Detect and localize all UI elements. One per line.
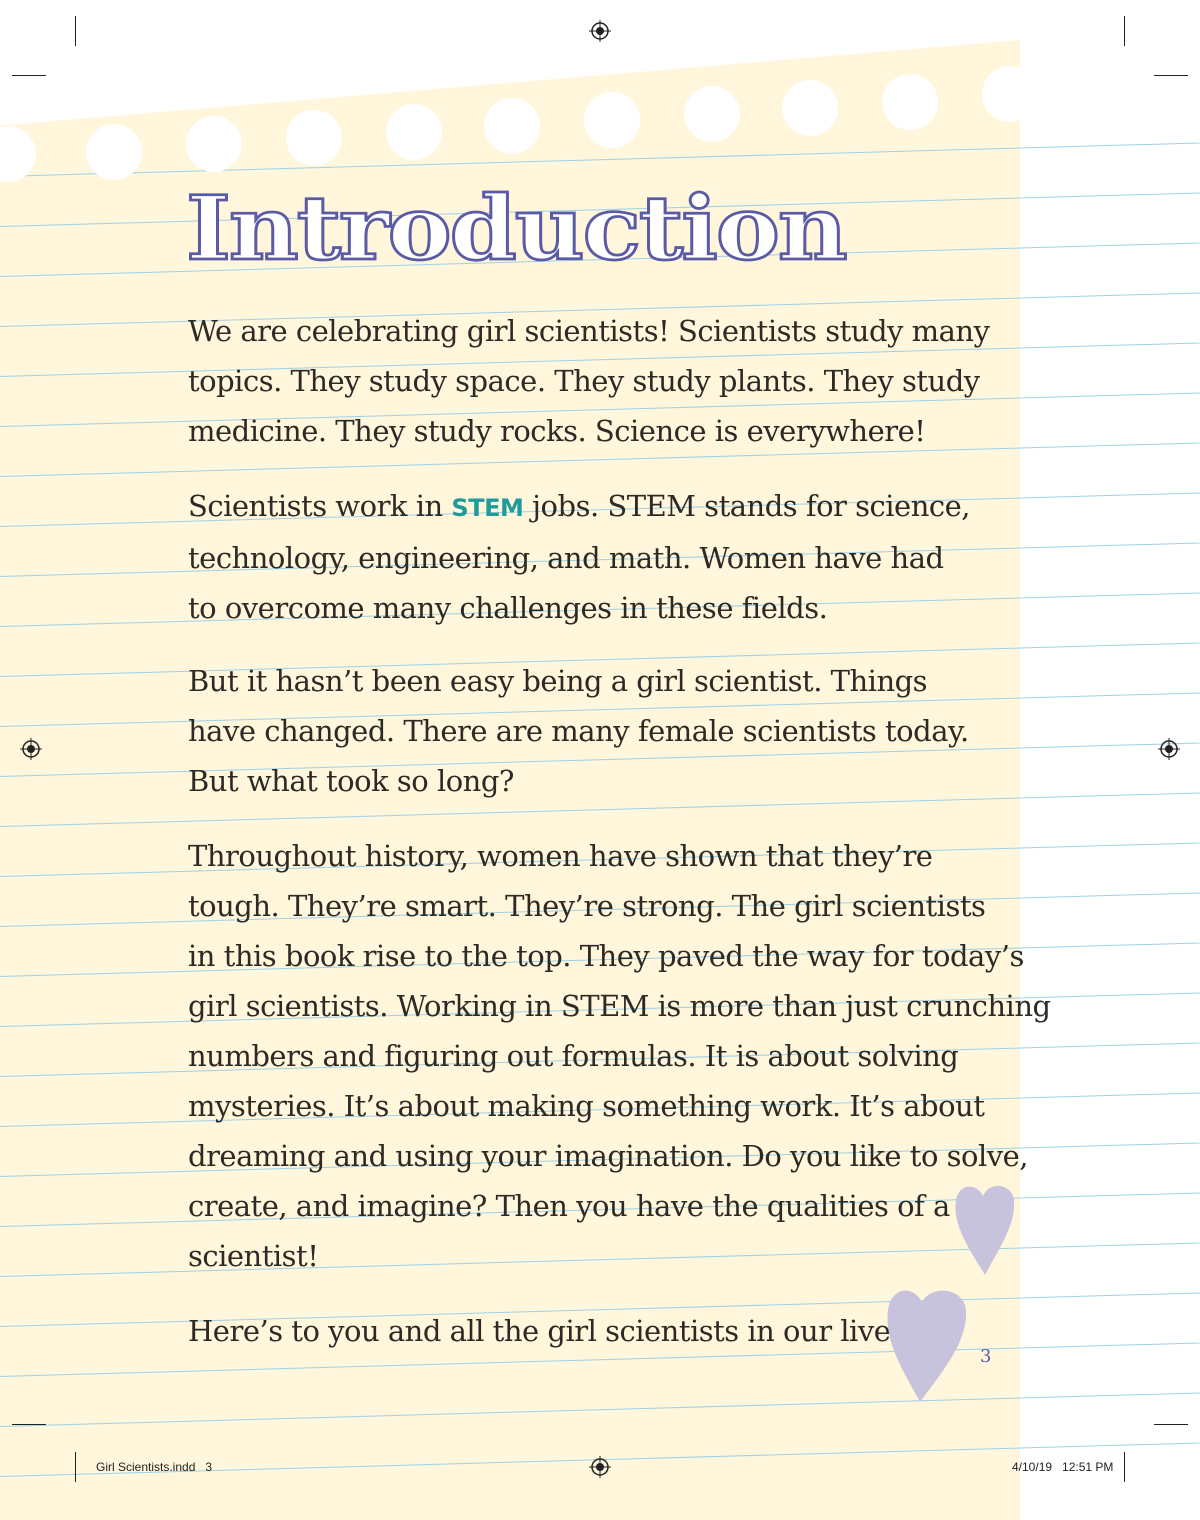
heart-icon: [887, 1290, 967, 1402]
paper-hole: [484, 98, 540, 154]
crop-mark: [12, 1424, 46, 1425]
paragraph-2: Scientists work in STEM jobs. STEM stand…: [188, 481, 970, 633]
paper-hole: [982, 66, 1038, 122]
text-line: Throughout history, women have shown tha…: [188, 839, 933, 873]
heart-icon: [955, 1185, 1015, 1275]
crop-mark: [75, 16, 76, 46]
crop-mark: [1154, 75, 1188, 76]
crop-mark: [1124, 16, 1125, 46]
registration-mark-icon: [20, 738, 42, 760]
text-line: create, and imagine? Then you have the q…: [188, 1189, 950, 1223]
crop-mark: [75, 1452, 76, 1482]
text-line: mysteries. It’s about making something w…: [188, 1089, 985, 1123]
text-line: technology, engineering, and math. Women…: [188, 541, 944, 575]
text-line: in this book rise to the top. They paved…: [188, 939, 1024, 973]
text-line: medicine. They study rocks. Science is e…: [188, 414, 926, 448]
paper-hole: [684, 86, 740, 142]
page-number: 3: [980, 1346, 992, 1367]
crop-mark: [1154, 1424, 1188, 1425]
paper-hole: [86, 124, 142, 180]
registration-mark-icon: [589, 20, 611, 42]
crop-mark: [12, 75, 46, 76]
text-line: numbers and figuring out formulas. It is…: [188, 1039, 959, 1073]
text-fragment: Scientists work in: [188, 489, 452, 523]
paragraph-5: Here’s to you and all the girl scientist…: [188, 1306, 916, 1356]
text-line-stem: Scientists work in STEM jobs. STEM stand…: [188, 481, 970, 533]
slug-file-info: Girl Scientists.indd 3: [96, 1460, 213, 1474]
paper-hole: [286, 110, 342, 166]
paper-hole: [386, 104, 442, 160]
paragraph-1: We are celebrating girl scientists! Scie…: [188, 306, 990, 456]
registration-mark-icon: [589, 1456, 611, 1478]
paragraph-4: Throughout history, women have shown tha…: [188, 831, 1051, 1281]
paragraph-3: But it hasn’t been easy being a girl sci…: [188, 656, 969, 806]
paper-hole: [782, 80, 838, 136]
text-line: to overcome many challenges in these fie…: [188, 591, 828, 625]
crop-mark: [1124, 1452, 1125, 1482]
text-line: have changed. There are many female scie…: [188, 714, 969, 748]
slug-date-info: 4/10/19 12:51 PM: [1012, 1460, 1114, 1474]
text-line: We are celebrating girl scientists! Scie…: [188, 314, 990, 348]
text-line: dreaming and using your imagination. Do …: [188, 1139, 1029, 1173]
text-line: topics. They study space. They study pla…: [188, 364, 980, 398]
text-line: tough. They’re smart. They’re strong. Th…: [188, 889, 986, 923]
page-title: Introduction: [185, 175, 850, 282]
paper-hole: [584, 92, 640, 148]
registration-mark-icon: [1158, 738, 1180, 760]
stem-term: STEM: [451, 494, 524, 522]
text-line: scientist!: [188, 1239, 319, 1273]
text-line: But what took so long?: [188, 764, 514, 798]
text-line: But it hasn’t been easy being a girl sci…: [188, 664, 928, 698]
paper-hole: [186, 116, 242, 172]
text-line: Here’s to you and all the girl scientist…: [188, 1314, 916, 1348]
paper-hole: [882, 74, 938, 130]
text-fragment: jobs. STEM stands for science,: [523, 489, 970, 523]
text-line: girl scientists. Working in STEM is more…: [188, 989, 1051, 1023]
